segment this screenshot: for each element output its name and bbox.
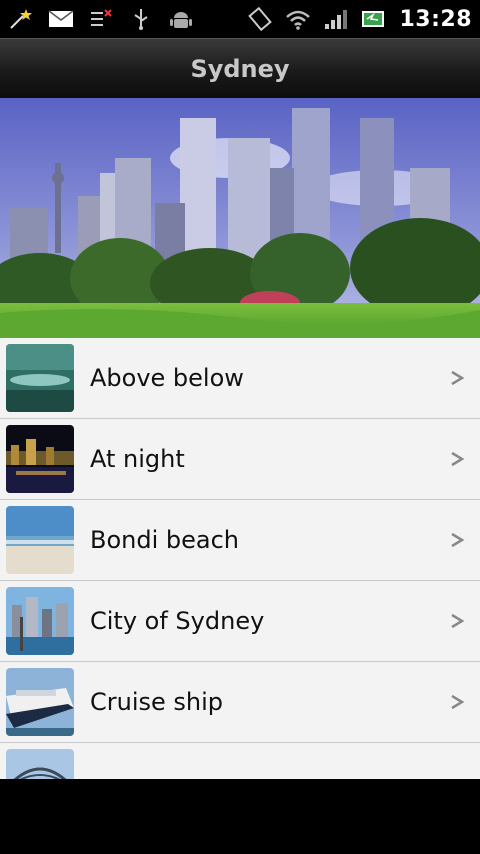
list-item-label: Bondi beach [90, 526, 240, 554]
page-title: Sydney [190, 55, 290, 83]
bottom-bar [0, 779, 480, 854]
destination-list: Above below At night Bondi beach City of… [0, 338, 480, 779]
cruise-ship-thumbnail [6, 668, 74, 736]
list-item[interactable]: Cruise ship [0, 662, 480, 743]
list-item-label: City of Sydney [90, 607, 265, 635]
at-night-thumbnail [6, 425, 74, 493]
chevron-right-icon [451, 613, 465, 629]
harbour-bridge-thumbnail [6, 749, 74, 779]
list-item[interactable]: At night [0, 419, 480, 500]
status-clock: 13:28 [399, 6, 472, 32]
signal-icon [323, 7, 349, 31]
usb-icon [128, 7, 154, 31]
list-item[interactable]: Above below [0, 338, 480, 419]
hero-image [0, 98, 480, 338]
above-below-thumbnail [6, 344, 74, 412]
list-item-label: At night [90, 445, 185, 473]
list-item-label: Cruise ship [90, 688, 224, 716]
android-icon [168, 7, 194, 31]
debug-icon [88, 7, 114, 31]
battery-icon [361, 7, 387, 31]
rotate-icon [247, 7, 273, 31]
title-bar: Sydney [0, 38, 480, 99]
chevron-right-icon [451, 694, 465, 710]
list-item[interactable]: Bondi beach [0, 500, 480, 581]
chevron-right-icon [451, 451, 465, 467]
chevron-right-icon [451, 532, 465, 548]
bondi-beach-thumbnail [6, 506, 74, 574]
magic-wand-icon [8, 7, 34, 31]
status-bar: 13:28 [0, 0, 480, 38]
mail-icon [48, 7, 74, 31]
list-item-label: Above below [90, 364, 244, 392]
list-item[interactable] [0, 743, 480, 779]
city-of-sydney-thumbnail [6, 587, 74, 655]
wifi-icon [285, 7, 311, 31]
list-item[interactable]: City of Sydney [0, 581, 480, 662]
chevron-right-icon [451, 370, 465, 386]
